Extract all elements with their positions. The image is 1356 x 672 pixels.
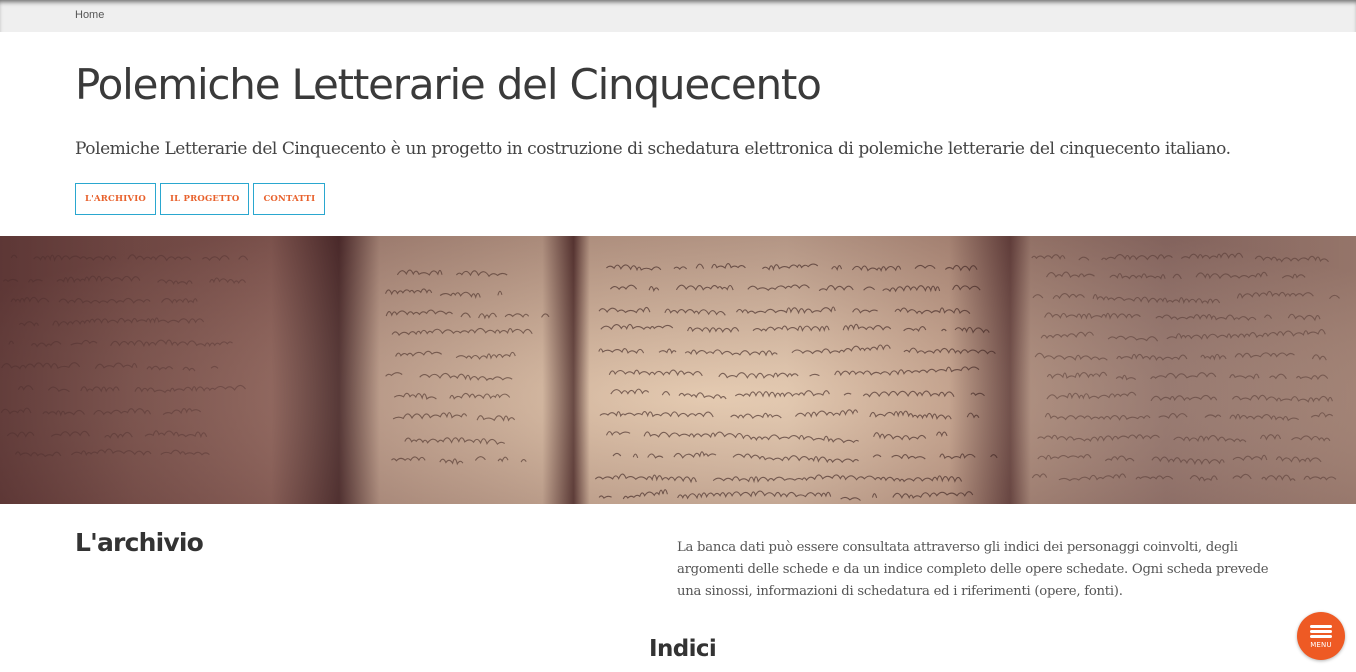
section-text: La banca dati può essere consultata attr…	[677, 540, 1269, 599]
handwriting-stroke	[15, 448, 210, 458]
handwriting-stroke	[17, 384, 246, 394]
handwriting-stroke	[1037, 454, 1322, 466]
handwriting-stroke	[385, 372, 513, 382]
progetto-button[interactable]: IL PROGETTO	[160, 183, 250, 215]
handwriting-stroke	[605, 431, 948, 444]
handwriting-stroke	[404, 437, 506, 446]
handwriting-stroke	[594, 473, 963, 484]
handwriting-stroke	[1040, 329, 1326, 342]
handwriting-stroke	[1044, 312, 1321, 322]
hamburger-icon	[1310, 623, 1332, 640]
intro-text: Polemiche Letterarie del Cinquecento è u…	[75, 139, 1231, 159]
handwriting-stroke	[391, 456, 527, 466]
handwriting-stroke	[3, 276, 254, 284]
handwriting-stroke	[598, 344, 996, 357]
page-title: Polemiche Letterarie del Cinquecento	[75, 60, 822, 109]
handwriting-stroke	[1, 362, 219, 372]
menu-label: MENU	[1310, 641, 1332, 649]
contatti-button[interactable]: CONTATTI	[253, 183, 326, 215]
handwriting-stroke	[1046, 371, 1329, 381]
archivio-button[interactable]: L'ARCHIVIO	[75, 183, 156, 215]
handwriting-stroke	[11, 297, 208, 303]
handwriting-decoration	[0, 236, 1356, 501]
handwriting-stroke	[10, 254, 249, 262]
handwriting-stroke	[606, 263, 978, 273]
handwriting-stroke	[395, 350, 516, 360]
handwriting-stroke	[600, 323, 990, 334]
handwriting-stroke	[598, 489, 974, 501]
handwriting-stroke	[397, 270, 521, 277]
handwriting-stroke	[18, 317, 205, 327]
breadcrumb-home[interactable]: Home	[75, 9, 104, 21]
handwriting-stroke	[1037, 434, 1331, 443]
top-bar: Home	[0, 0, 1356, 32]
handwriting-stroke	[1046, 271, 1306, 280]
handwriting-stroke	[384, 288, 503, 300]
menu-button[interactable]: MENU	[1297, 612, 1345, 660]
handwriting-stroke	[1032, 253, 1341, 262]
handwriting-stroke	[1034, 352, 1327, 361]
handwriting-stroke	[6, 430, 208, 439]
handwriting-stroke	[385, 309, 550, 320]
handwriting-stroke	[1047, 392, 1349, 401]
handwriting-stroke	[393, 413, 529, 421]
handwriting-stroke	[598, 306, 971, 316]
handwriting-stroke	[612, 451, 998, 464]
section-title: L'archivio	[75, 528, 204, 557]
handwriting-stroke	[599, 409, 980, 421]
nav-buttons: L'ARCHIVIO IL PROGETTO CONTATTI	[75, 183, 326, 215]
handwriting-stroke	[608, 366, 980, 379]
handwriting-stroke	[1031, 473, 1337, 482]
handwriting-stroke	[609, 284, 981, 293]
indici-heading: Indici	[649, 636, 717, 662]
handwriting-stroke	[1, 408, 215, 415]
handwriting-stroke	[1032, 290, 1340, 305]
handwriting-stroke	[1044, 412, 1334, 422]
hero-manuscript-image	[0, 236, 1356, 504]
handwriting-stroke	[610, 388, 985, 400]
handwriting-stroke	[9, 340, 246, 346]
handwriting-stroke	[394, 393, 521, 399]
handwriting-stroke	[391, 327, 533, 337]
